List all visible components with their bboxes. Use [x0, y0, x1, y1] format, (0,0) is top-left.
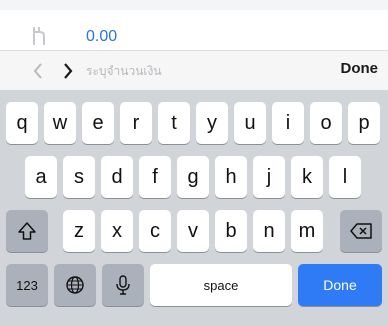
shift-icon: [17, 221, 37, 241]
keyboard: q w e r t y u i o p a s d f g h j k l z …: [0, 90, 388, 326]
key-v[interactable]: v: [177, 210, 209, 252]
done-key[interactable]: Done: [298, 264, 382, 306]
key-x[interactable]: x: [101, 210, 133, 252]
top-strip: [0, 0, 388, 10]
microphone-key[interactable]: [102, 264, 144, 306]
key-r[interactable]: r: [120, 102, 152, 144]
key-n[interactable]: n: [253, 210, 285, 252]
key-t[interactable]: t: [158, 102, 190, 144]
key-o[interactable]: o: [310, 102, 342, 144]
globe-icon: [65, 275, 85, 295]
key-m[interactable]: m: [291, 210, 323, 252]
chevron-right-icon[interactable]: [59, 62, 77, 80]
key-u[interactable]: u: [234, 102, 266, 144]
key-a[interactable]: a: [25, 156, 57, 198]
key-q[interactable]: q: [6, 102, 38, 144]
baht-icon: [30, 24, 48, 46]
microphone-icon: [115, 274, 131, 296]
key-z[interactable]: z: [63, 210, 95, 252]
key-b[interactable]: b: [215, 210, 247, 252]
key-w[interactable]: w: [44, 102, 76, 144]
accessory-done-button[interactable]: Done: [341, 60, 379, 77]
amount-value[interactable]: 0.00: [86, 28, 117, 46]
amount-row[interactable]: 0.00: [0, 10, 388, 50]
space-key[interactable]: space: [150, 264, 292, 306]
delete-icon: [349, 222, 373, 240]
chevron-left-icon[interactable]: [30, 62, 48, 80]
key-e[interactable]: e: [82, 102, 114, 144]
key-d[interactable]: d: [101, 156, 133, 198]
key-p[interactable]: p: [348, 102, 380, 144]
globe-key[interactable]: [54, 264, 96, 306]
key-j[interactable]: j: [253, 156, 285, 198]
keyboard-accessory-bar: [0, 50, 388, 91]
key-f[interactable]: f: [139, 156, 171, 198]
key-h[interactable]: h: [215, 156, 247, 198]
key-s[interactable]: s: [63, 156, 95, 198]
key-k[interactable]: k: [291, 156, 323, 198]
key-y[interactable]: y: [196, 102, 228, 144]
key-c[interactable]: c: [139, 210, 171, 252]
key-g[interactable]: g: [177, 156, 209, 198]
delete-key[interactable]: [340, 210, 382, 252]
key-l[interactable]: l: [329, 156, 361, 198]
numbers-key[interactable]: 123: [6, 264, 48, 306]
shift-key[interactable]: [6, 210, 48, 252]
key-i[interactable]: i: [272, 102, 304, 144]
amount-field-hint: ระบุจำนวนเงิน: [86, 64, 162, 78]
